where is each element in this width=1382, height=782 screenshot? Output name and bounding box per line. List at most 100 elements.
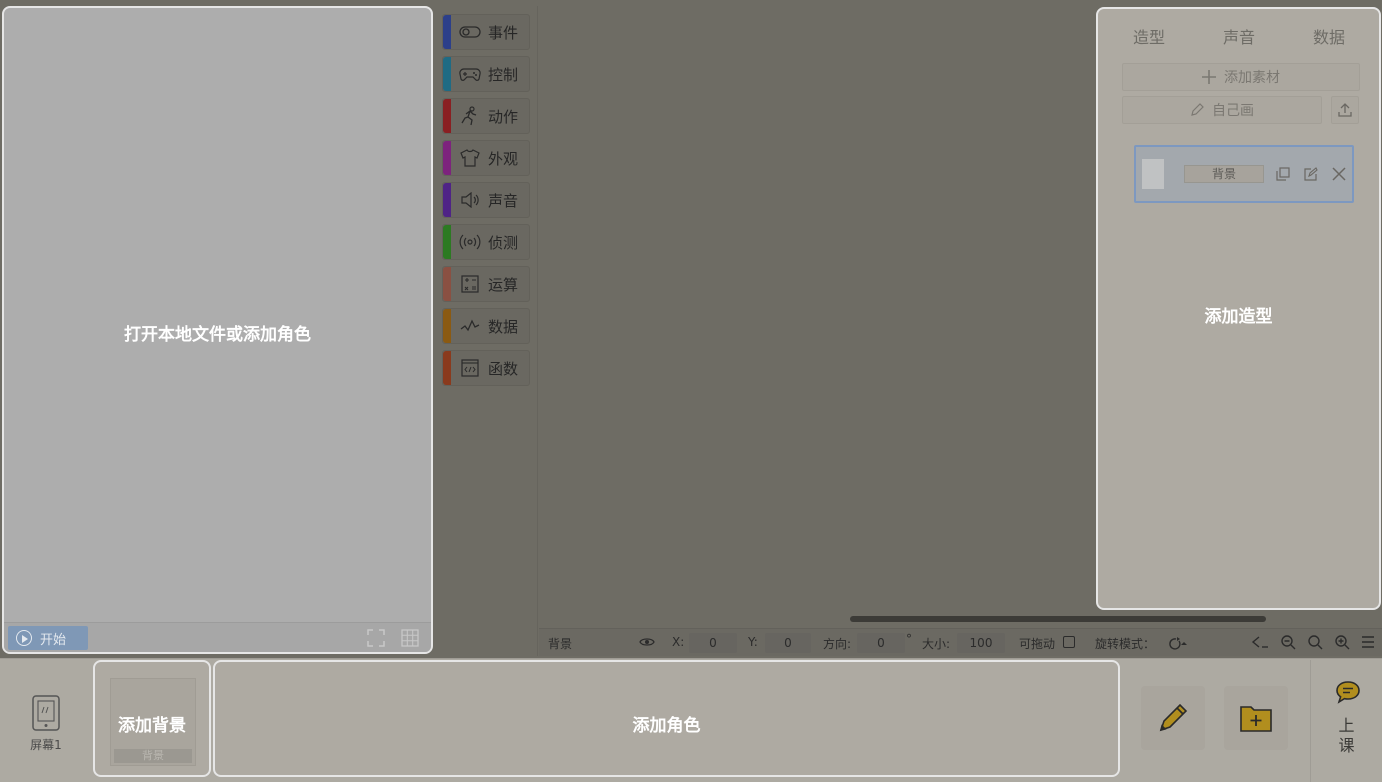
speaker-icon — [458, 190, 482, 210]
code-workspace[interactable] — [539, 6, 1095, 628]
upload-button[interactable] — [1331, 96, 1359, 124]
stage-panel[interactable]: 打开本地文件或添加角色 开始 — [2, 6, 433, 654]
running-icon — [458, 106, 482, 126]
costume-thumbnail — [1142, 159, 1164, 189]
category-color-strip — [443, 183, 451, 217]
category-functions[interactable]: 函数 — [442, 350, 530, 386]
direction-label: 方向: — [823, 637, 852, 651]
tab-costume[interactable]: 造型 — [1133, 24, 1165, 48]
start-label: 开始 — [40, 632, 67, 648]
category-label: 事件 — [488, 23, 519, 42]
menu-icon[interactable] — [1361, 635, 1375, 649]
draggable-checkbox[interactable] — [1063, 636, 1075, 648]
y-input[interactable]: 0 — [765, 633, 811, 653]
backdrop-label: 背景 — [114, 749, 192, 763]
edit-icon[interactable] — [1304, 167, 1318, 181]
category-label: 声音 — [488, 191, 519, 210]
start-button[interactable]: 开始 — [8, 626, 88, 650]
costume-panel: 造型 声音 数据 添加素材 自己画 背景 添加造型 — [1096, 7, 1381, 610]
zoom-in-icon[interactable] — [1334, 634, 1350, 650]
category-events[interactable]: 事件 — [442, 14, 530, 50]
horizontal-scrollbar[interactable] — [850, 616, 1266, 622]
add-costume-hint: 添加造型 — [1204, 307, 1273, 327]
category-color-strip — [443, 351, 451, 385]
stage-toolbar: 开始 — [4, 622, 431, 652]
block-categories: 事件 控制 动作 外观 声音 侦测 运算 数据 函数 — [436, 6, 538, 656]
add-sprite-hint: 添加角色 — [632, 716, 701, 736]
eye-icon[interactable] — [639, 636, 655, 648]
stage-hint: 打开本地文件或添加角色 — [124, 325, 311, 345]
tab-sound[interactable]: 声音 — [1223, 24, 1255, 48]
class-label: 上课 — [1311, 716, 1382, 756]
gamepad-icon — [458, 64, 482, 84]
add-material-button[interactable]: 添加素材 — [1122, 63, 1360, 91]
sprite-properties-bar: 背景 X: 0 Y: 0 方向: 0 ° 大小: 100 可拖动 旋转模式： — [539, 628, 1382, 656]
folder-add-icon — [1240, 706, 1272, 732]
class-button[interactable]: 上课 — [1310, 660, 1382, 782]
direction-input[interactable]: 0 — [857, 633, 905, 653]
category-label: 外观 — [488, 149, 519, 168]
rotation-mode-label: 旋转模式： — [1095, 637, 1156, 651]
class-label-char-1: 上 — [1338, 716, 1355, 735]
collapse-code-icon[interactable] — [1251, 635, 1269, 649]
category-color-strip — [443, 225, 451, 259]
category-label: 动作 — [488, 107, 519, 126]
costume-item[interactable]: 背景 — [1134, 145, 1354, 203]
pencil-icon — [1191, 103, 1204, 116]
category-color-strip — [443, 99, 451, 133]
draw-label: 自己画 — [1212, 103, 1254, 119]
play-icon — [16, 630, 32, 646]
category-label: 侦测 — [488, 233, 519, 252]
add-backdrop-hint: 添加背景 — [118, 716, 186, 736]
category-motion[interactable]: 动作 — [442, 98, 530, 134]
sprite-name: 背景 — [548, 637, 573, 651]
x-label: X: — [672, 635, 685, 649]
fullscreen-icon[interactable] — [367, 629, 385, 647]
close-icon[interactable] — [1332, 167, 1346, 181]
y-label: Y: — [748, 635, 758, 649]
category-color-strip — [443, 15, 451, 49]
category-color-strip — [443, 141, 451, 175]
upload-icon — [1338, 103, 1352, 117]
add-material-label: 添加素材 — [1224, 70, 1280, 86]
x-input[interactable]: 0 — [689, 633, 737, 653]
paint-sprite-button[interactable] — [1141, 686, 1205, 750]
shirt-icon — [458, 148, 482, 168]
zoom-reset-icon[interactable] — [1307, 634, 1323, 650]
calculator-icon — [458, 274, 482, 294]
backdrop-card[interactable]: 背景 添加背景 — [93, 660, 211, 777]
size-input[interactable]: 100 — [957, 633, 1005, 653]
category-operators[interactable]: 运算 — [442, 266, 530, 302]
sprite-list-area[interactable]: 添加角色 — [213, 660, 1120, 777]
class-label-char-2: 课 — [1338, 736, 1355, 755]
category-label: 函数 — [488, 359, 519, 378]
pencil-icon — [1159, 703, 1188, 732]
zoom-out-icon[interactable] — [1280, 634, 1296, 650]
costume-name-input[interactable]: 背景 — [1184, 165, 1264, 183]
category-label: 数据 — [488, 317, 519, 336]
plus-icon — [1202, 70, 1216, 84]
tab-data[interactable]: 数据 — [1313, 24, 1345, 48]
category-sensing[interactable]: 侦测 — [442, 224, 530, 260]
rotate-icon[interactable] — [1165, 636, 1187, 650]
signal-icon — [458, 232, 482, 252]
category-color-strip — [443, 57, 451, 91]
upload-sprite-button[interactable] — [1224, 686, 1288, 750]
category-label: 控制 — [488, 65, 519, 84]
draggable-label: 可拖动 — [1019, 637, 1056, 651]
size-label: 大小: — [922, 637, 951, 651]
category-sound[interactable]: 声音 — [442, 182, 530, 218]
chart-icon — [458, 316, 482, 336]
category-control[interactable]: 控制 — [442, 56, 530, 92]
chat-icon — [1336, 681, 1360, 704]
copy-icon[interactable] — [1276, 167, 1290, 181]
draw-button[interactable]: 自己画 — [1122, 96, 1322, 124]
grid-icon[interactable] — [401, 629, 419, 647]
category-data[interactable]: 数据 — [442, 308, 530, 344]
code-icon — [458, 358, 482, 378]
category-label: 运算 — [488, 275, 519, 294]
screen-label: 屏幕1 — [30, 738, 62, 752]
category-color-strip — [443, 267, 451, 301]
screen-selector[interactable]: 屏幕1 — [22, 695, 70, 755]
category-looks[interactable]: 外观 — [442, 140, 530, 176]
